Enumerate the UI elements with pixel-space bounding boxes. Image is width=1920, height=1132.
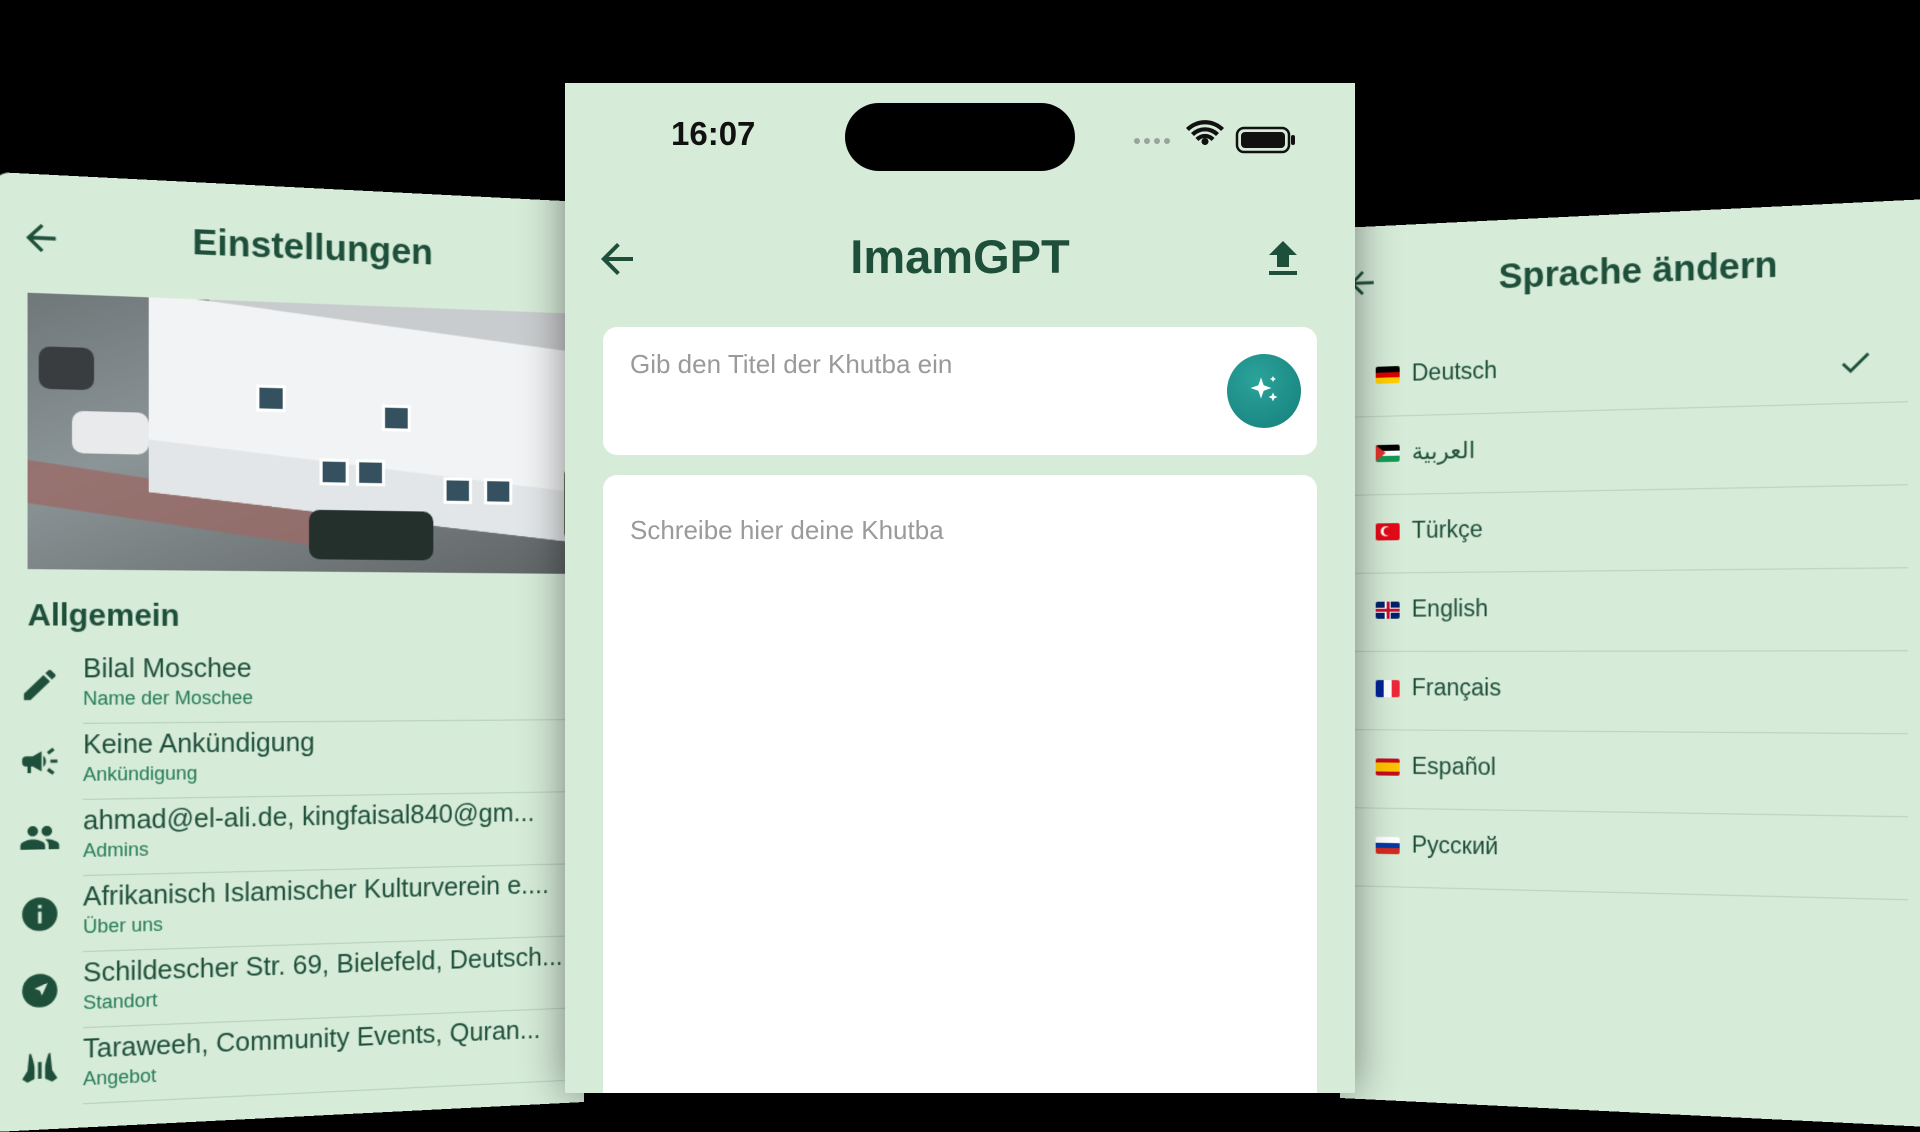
setting-value: ahmad@el-ali.de, kingfaisal840@gm... [83,798,535,836]
language-label: Français [1411,674,1502,701]
setting-value: Keine Ankündigung [83,728,315,760]
setting-label: Admins [83,838,149,862]
khutba-screen: 16:07 ImamGPT Gib den Titel der Khutba e… [565,83,1355,1093]
page-title: ImamGPT [850,230,1070,283]
setting-label: Über uns [83,913,163,938]
dynamic-island [845,103,1075,171]
pencil-icon [23,669,56,701]
language-option-en[interactable]: English [1340,568,1908,652]
body-input-placeholder: Schreibe hier deine Khutba [630,515,944,545]
navigation-icon [22,973,58,1009]
language-option-fr[interactable]: Français [1340,651,1908,735]
language-label: Русский [1411,831,1499,860]
khutba-body-textarea[interactable]: Schreibe hier deine Khutba [603,475,1317,1093]
flag-tr-icon [1375,523,1400,541]
language-option-es[interactable]: Español [1340,730,1908,818]
status-bar-icons [1134,120,1295,154]
section-title-general: Allgemein [27,598,180,634]
flag-es-icon [1375,758,1400,776]
language-label: العربية [1411,436,1476,465]
settings-header: Einstellungen [0,202,584,290]
language-option-de[interactable]: Deutsch [1340,319,1908,418]
flag-de-icon [1375,366,1400,384]
language-option-tr[interactable]: Türkçe [1340,485,1908,574]
setting-announcement[interactable]: Keine Ankündigung Ankündigung [0,720,584,801]
battery-icon [1235,126,1295,154]
sparkles-icon [1250,376,1278,402]
language-label: Español [1411,752,1496,781]
language-option-ru[interactable]: Русский [1340,808,1908,901]
language-label: Türkçe [1411,515,1483,544]
language-label: English [1411,594,1489,622]
language-label: Deutsch [1411,356,1498,386]
page-title: Sprache ändern [1498,244,1778,297]
flag-ru-icon [1375,836,1400,855]
settings-screen: Einstellungen Allgemein Bilal Moschee Na… [0,171,585,1132]
page-title: Einstellungen [192,221,434,273]
status-time: 16:07 [671,115,756,152]
wifi-icon [1186,120,1224,145]
setting-label: Ankündigung [83,762,198,786]
flag-ps-icon [1375,444,1400,463]
signal-icon [1134,138,1170,144]
language-screen: Sprache ändern Deutsch العربية Türkçe En… [1340,197,1920,1129]
setting-label: Standort [83,989,158,1014]
upload-icon[interactable] [1259,235,1307,283]
setting-value: Afrikanisch Islamischer Kulturverein e..… [83,870,549,912]
ai-generate-button[interactable] [1227,354,1301,428]
language-option-ar[interactable]: العربية [1340,402,1908,496]
title-input-placeholder: Gib den Titel der Khutba ein [630,349,953,379]
praying-hands-icon [22,1052,58,1084]
people-icon [20,825,60,850]
setting-label: Name der Moschee [83,687,254,710]
flag-fr-icon [1375,680,1400,698]
info-icon [22,896,58,932]
khutba-title-input[interactable]: Gib den Titel der Khutba ein [603,327,1317,455]
setting-label: Angebot [83,1065,157,1090]
setting-value: Bilal Moschee [83,654,252,684]
setting-value: Schildescher Str. 69, Bielefeld, Deutsch… [83,942,563,989]
check-icon [1841,352,1870,374]
setting-mosque-name[interactable]: Bilal Moschee Name der Moschee [0,648,584,725]
mosque-photo [27,292,585,575]
flag-gb-icon [1375,601,1400,619]
megaphone-icon [22,747,58,776]
settings-list: Bilal Moschee Name der Moschee Keine Ank… [0,648,584,1109]
language-list: Deutsch العربية Türkçe English Français … [1340,319,1908,901]
